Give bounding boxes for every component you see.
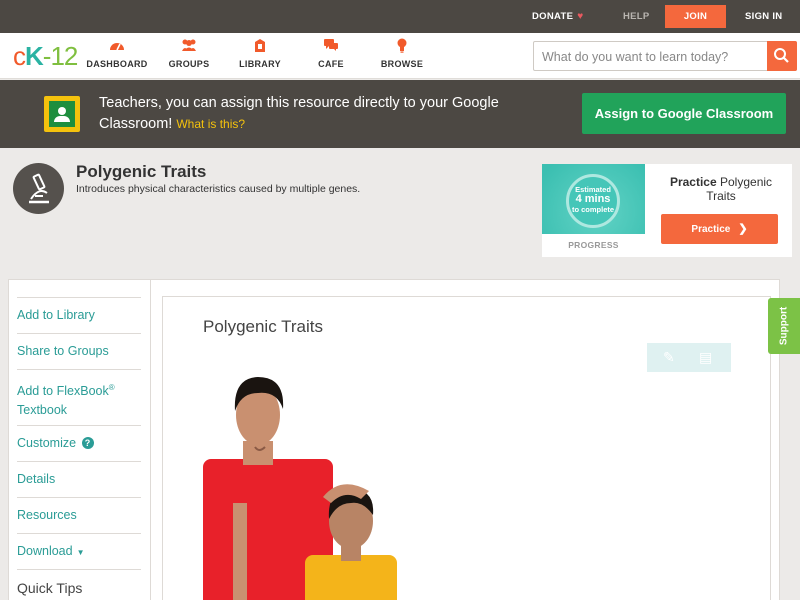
google-classroom-icon <box>44 96 80 132</box>
sidebar-item-resources[interactable]: Resources <box>17 498 141 534</box>
sidebar-item-customize[interactable]: Customize ? <box>17 426 141 462</box>
nav-browse-label: BROWSE <box>380 59 424 69</box>
microscope-icon <box>13 163 64 214</box>
logo-k: K <box>25 41 44 71</box>
nav-groups[interactable]: GROUPS <box>154 38 224 69</box>
sidebar-item-download[interactable]: Download ▼ <box>17 534 141 570</box>
logo-c: c <box>13 41 26 71</box>
sidebar-menu: Add to Library Share to Groups Add to Fl… <box>17 297 141 600</box>
banner-message: Teachers, you can assign this resource d… <box>99 93 559 135</box>
pencil-icon[interactable]: ✎ <box>663 349 675 366</box>
logo-12: -12 <box>42 41 79 71</box>
support-tab[interactable]: Support <box>768 298 800 354</box>
estimated-minutes: 4 mins <box>575 193 611 205</box>
help-icon[interactable]: ? <box>81 437 94 449</box>
top-utility-bar: DONATE ♥ HELP JOIN SIGN IN <box>0 0 800 33</box>
chevron-right-icon: ❯ <box>738 223 748 235</box>
content-panel: Add to Library Share to Groups Add to Fl… <box>8 279 780 600</box>
progress-label: PROGRESS <box>568 240 619 250</box>
nav-cafe-label: CAFE <box>318 59 344 69</box>
reader-title: Polygenic Traits <box>203 317 323 336</box>
registered-mark: ® <box>108 383 115 392</box>
nav-library-label: LIBRARY <box>239 59 281 69</box>
to-complete-label: to complete <box>571 205 615 214</box>
ck12-logo[interactable]: cK-12 <box>13 41 79 71</box>
nav-dashboard-label: DASHBOARD <box>86 59 148 69</box>
banner-text: Teachers, you can assign this resource d… <box>99 95 499 132</box>
support-label: Support <box>778 306 790 346</box>
main-nav: cK-12 DASHBOARD GROUPS LIBRARY CAFE BROW… <box>0 33 800 79</box>
add-to-flexbook-label: Add to FlexBook <box>17 384 109 399</box>
donate-link[interactable]: DONATE ♥ <box>532 0 583 33</box>
assign-google-classroom-button[interactable]: Assign to Google Classroom <box>582 93 786 134</box>
concept-title: Polygenic Traits <box>76 162 207 181</box>
nav-library[interactable]: LIBRARY <box>225 38 295 69</box>
nav-browse[interactable]: BROWSE <box>367 38 437 69</box>
sidebar-item-add-to-flexbook[interactable]: Add to FlexBook® Textbook <box>17 370 141 426</box>
cafe-icon <box>296 38 366 56</box>
dashboard-icon <box>82 38 152 56</box>
textbook-label: Textbook <box>17 403 68 418</box>
nav-groups-label: GROUPS <box>168 59 210 69</box>
search-box <box>533 41 797 71</box>
sign-in-link[interactable]: SIGN IN <box>745 0 782 33</box>
heart-icon: ♥ <box>577 11 584 22</box>
browse-icon <box>367 38 437 56</box>
join-button[interactable]: JOIN <box>665 5 726 28</box>
practice-thumbnail: Estimated 4 mins to complete <box>542 164 645 234</box>
notes-icon[interactable]: ▤ <box>699 349 712 366</box>
customize-label: Customize <box>17 436 77 450</box>
search-button[interactable] <box>767 41 797 71</box>
nav-cafe[interactable]: CAFE <box>296 38 366 69</box>
practice-card: Estimated 4 mins to complete PROGRESS Pr… <box>542 164 792 257</box>
sidebar: Add to Library Share to Groups Add to Fl… <box>9 280 151 600</box>
practice-title-bold: Practice <box>669 175 717 189</box>
polygenic-traits-photo <box>203 377 397 600</box>
nav-dashboard[interactable]: DASHBOARD <box>82 38 152 69</box>
search-input[interactable] <box>542 47 764 66</box>
caret-down-icon: ▼ <box>76 548 85 557</box>
quick-tips-heading: Quick Tips <box>17 580 83 596</box>
library-icon <box>225 38 295 56</box>
estimated-time-badge: Estimated 4 mins to complete <box>566 174 620 228</box>
download-label: Download <box>17 544 73 558</box>
reader-area: Polygenic Traits ✎ ▤ <box>162 296 771 600</box>
practice-title-rest: Polygenic Traits <box>706 175 773 203</box>
sidebar-item-share-to-groups[interactable]: Share to Groups <box>17 334 141 370</box>
concept-description: Introduces physical characteristics caus… <box>76 183 361 195</box>
practice-button-label: Practice <box>691 224 731 235</box>
reader-toolbar: ✎ ▤ <box>647 343 731 372</box>
practice-title: Practice Polygenic Traits <box>658 175 784 203</box>
help-link[interactable]: HELP <box>623 0 650 33</box>
sidebar-item-add-to-library[interactable]: Add to Library <box>17 298 141 334</box>
search-icon <box>774 48 789 63</box>
practice-button[interactable]: Practice ❯ <box>661 214 778 244</box>
what-is-this-link[interactable]: What is this? <box>176 117 245 131</box>
donate-label: DONATE <box>532 11 574 22</box>
groups-icon <box>154 38 224 56</box>
sidebar-item-details[interactable]: Details <box>17 462 141 498</box>
